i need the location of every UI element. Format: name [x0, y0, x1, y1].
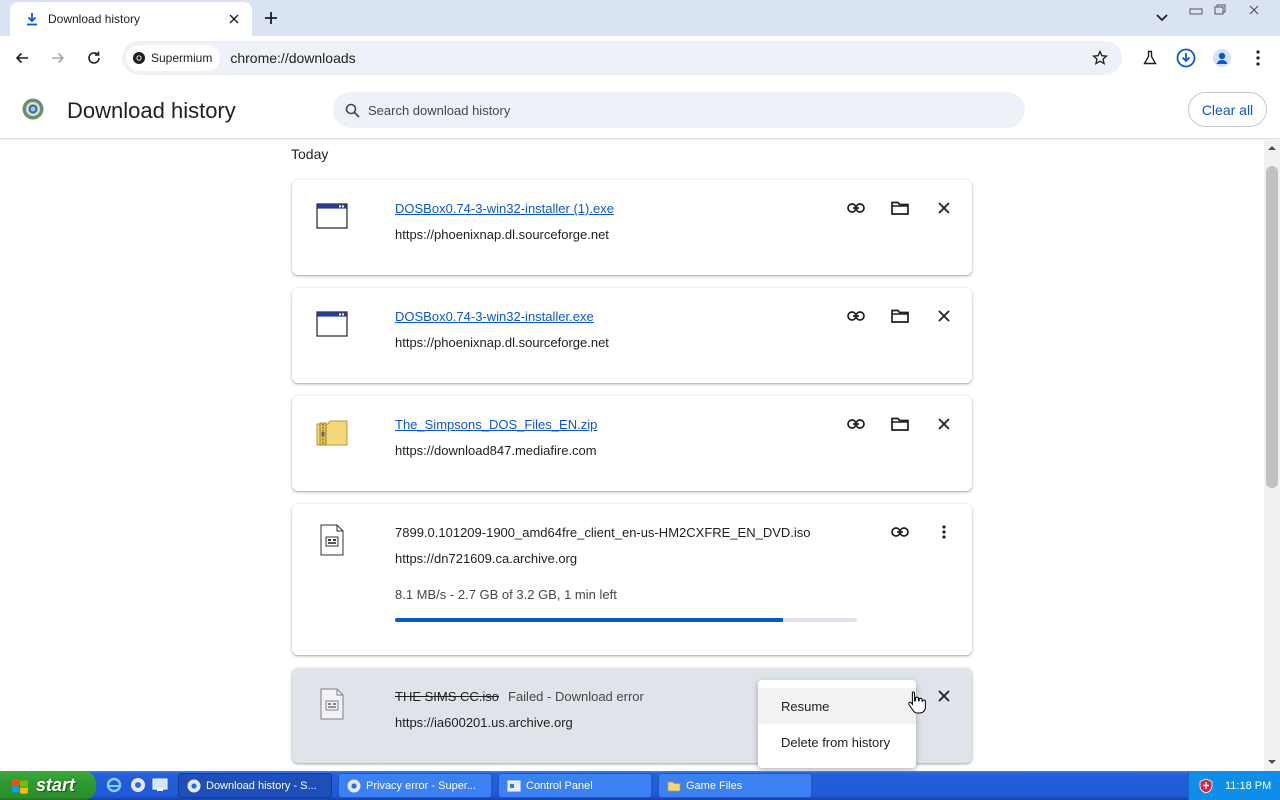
chip-label: Supermium: [151, 51, 213, 65]
chrome-icon: [347, 779, 361, 792]
file-name[interactable]: 7899.0.101209-1900_amd64fre_client_en-us…: [395, 525, 811, 540]
window-app-icon: [316, 311, 348, 337]
taskbar-item-privacy-error[interactable]: Privacy error - Super...: [338, 773, 492, 798]
chrome-icon: [133, 52, 145, 64]
chrome-quicklaunch-icon[interactable]: [130, 777, 146, 793]
progress-status-text: 8.1 MB/s - 2.7 GB of 3.2 GB, 1 min left: [395, 587, 617, 602]
close-icon[interactable]: [226, 11, 242, 27]
taskbar-item-label: Control Panel: [526, 779, 593, 792]
file-source-url: https://phoenixnap.dl.sourceforge.net: [395, 227, 609, 242]
menu-kebab-icon[interactable]: [1244, 44, 1272, 72]
supermium-logo: [22, 98, 44, 120]
file-name: THE SIMS CC.iso: [395, 689, 500, 704]
start-button[interactable]: start: [0, 771, 96, 800]
taskbar-item-control-panel[interactable]: Control Panel: [498, 773, 652, 798]
bookmark-star-icon[interactable]: [1090, 48, 1110, 68]
more-options-icon[interactable]: [932, 520, 956, 544]
minimize-button[interactable]: [1184, 1, 1208, 19]
new-tab-button[interactable]: [260, 7, 282, 29]
hand-pointer-cursor-icon: [908, 691, 926, 714]
download-item: 7899.0.101209-1900_amd64fre_client_en-us…: [292, 504, 972, 655]
search-input[interactable]: [368, 102, 968, 118]
taskbar-item-download-history[interactable]: Download history - S...: [178, 773, 332, 798]
failed-status-text: Failed - Download error: [508, 689, 644, 704]
url-text: chrome://downloads: [230, 50, 356, 66]
site-chip[interactable]: Supermium: [126, 45, 221, 71]
taskbar-item-label: Privacy error - Super...: [366, 779, 477, 792]
copy-link-icon[interactable]: [844, 304, 868, 328]
search-icon: [345, 103, 360, 118]
window-app-icon: [316, 203, 348, 229]
clear-all-button[interactable]: Clear all: [1188, 92, 1267, 127]
reload-button[interactable]: [80, 44, 108, 72]
download-item: DOSBox0.74-3-win32-installer.exe https:/…: [292, 288, 972, 383]
start-label: start: [36, 775, 76, 795]
download-item: DOSBox0.74-3-win32-installer (1).exe htt…: [292, 180, 972, 275]
address-bar[interactable]: Supermium chrome://downloads: [122, 41, 1122, 75]
close-window-button[interactable]: [1242, 1, 1266, 19]
show-in-folder-icon[interactable]: [888, 304, 912, 328]
tab-search-button[interactable]: [1150, 6, 1174, 30]
file-source-url: https://download847.mediafire.com: [395, 443, 597, 458]
restore-button[interactable]: [1208, 1, 1232, 19]
clock: 11:18 PM: [1225, 779, 1272, 792]
scroll-up-arrow-icon[interactable]: [1268, 144, 1276, 152]
file-source-url: https://dn721609.ca.archive.org: [395, 551, 578, 566]
date-group-label: Today: [291, 146, 329, 162]
search-box[interactable]: [333, 92, 1025, 128]
download-item: The_Simpsons_DOS_Files_EN.zip https://do…: [292, 396, 972, 491]
internet-explorer-icon[interactable]: [106, 777, 122, 793]
chrome-icon: [187, 779, 201, 792]
windows-flag-icon: [12, 778, 28, 794]
copy-link-icon[interactable]: [844, 196, 868, 220]
zip-folder-icon: [316, 420, 348, 446]
remove-close-icon[interactable]: [932, 684, 956, 708]
menu-item-resume[interactable]: Resume: [758, 688, 916, 724]
windows-taskbar: start Download history - S... Privacy er…: [0, 771, 1280, 800]
copy-link-icon[interactable]: [844, 412, 868, 436]
disc-image-icon: [320, 524, 344, 556]
show-in-folder-icon[interactable]: [888, 412, 912, 436]
file-name-link[interactable]: The_Simpsons_DOS_Files_EN.zip: [395, 417, 597, 432]
tab-title: Download history: [48, 12, 141, 26]
taskbar-item-game-files[interactable]: Game Files: [658, 773, 812, 798]
show-in-folder-icon[interactable]: [888, 196, 912, 220]
file-name-link[interactable]: DOSBox0.74-3-win32-installer (1).exe: [395, 201, 614, 216]
downloads-toolbar-icon[interactable]: [1172, 44, 1200, 72]
disc-image-icon: [320, 688, 344, 720]
taskbar-item-label: Download history - S...: [206, 779, 317, 792]
system-tray: 11:18 PM: [1188, 771, 1280, 800]
back-button[interactable]: [8, 44, 36, 72]
tab-download-history[interactable]: Download history: [10, 2, 252, 36]
labs-flask-icon[interactable]: [1136, 44, 1164, 72]
forward-button[interactable]: [44, 44, 72, 72]
progress-bar: [395, 618, 857, 622]
download-icon: [24, 11, 40, 27]
context-menu: Resume Delete from history: [758, 680, 916, 768]
page-title: Download history: [67, 98, 236, 123]
menu-item-delete-from-history[interactable]: Delete from history: [758, 724, 916, 760]
file-source-url: https://ia600201.us.archive.org: [395, 715, 573, 730]
control-panel-icon: [507, 780, 521, 791]
page-scrollbar[interactable]: [1264, 140, 1280, 771]
tab-strip: Download history: [0, 0, 1280, 36]
remove-close-icon[interactable]: [932, 304, 956, 328]
taskbar-item-label: Game Files: [686, 779, 743, 792]
show-desktop-icon[interactable]: [152, 777, 168, 793]
remove-close-icon[interactable]: [932, 196, 956, 220]
security-shield-icon[interactable]: [1199, 778, 1213, 794]
file-source-url: https://phoenixnap.dl.sourceforge.net: [395, 335, 609, 350]
copy-link-icon[interactable]: [888, 520, 912, 544]
remove-close-icon[interactable]: [932, 412, 956, 436]
scroll-down-arrow-icon[interactable]: [1268, 758, 1276, 766]
scrollbar-thumb[interactable]: [1266, 166, 1278, 488]
downloads-list: Today DOSBox0.74-3-win32-installer (1).e…: [0, 140, 1264, 771]
downloads-header: Download history Clear all: [0, 80, 1280, 139]
profile-avatar-icon[interactable]: [1208, 44, 1236, 72]
toolbar: Supermium chrome://downloads: [0, 36, 1280, 80]
file-name-link[interactable]: DOSBox0.74-3-win32-installer.exe: [395, 309, 594, 324]
folder-icon: [667, 781, 681, 791]
progress-bar-fill: [395, 618, 784, 622]
